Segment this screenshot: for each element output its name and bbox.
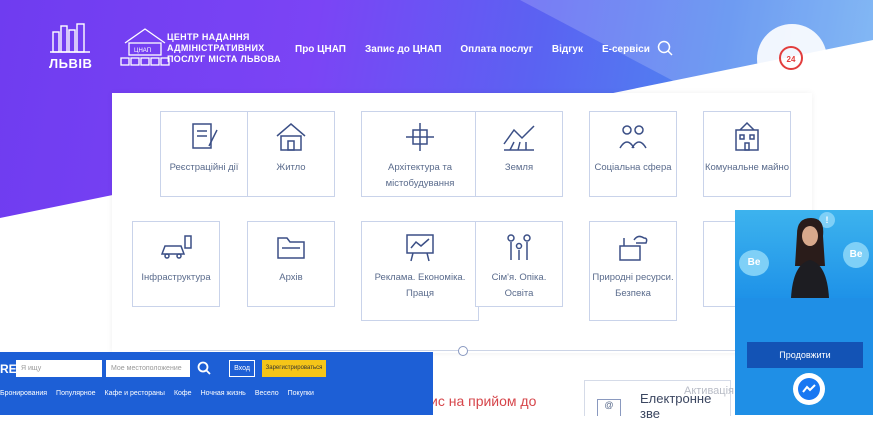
bar-category-fun[interactable]: Весело <box>255 390 279 397</box>
bar-what-input[interactable]: Я ищу <box>16 360 102 377</box>
bar-categories: Бронирования Популярное Кафе и рестораны… <box>0 390 323 397</box>
service-infrastructure[interactable]: Інфраструктура <box>132 221 220 307</box>
cnap-title[interactable]: ЦЕНТР НАДАННЯ АДМІНІСТРАТИВНИХ ПОСЛУГ МІ… <box>167 32 281 65</box>
hotline-button[interactable]: 24 <box>757 24 827 94</box>
bar-category-shopping[interactable]: Покупки <box>288 390 314 397</box>
service-label: Соціальна сфера <box>594 162 672 173</box>
service-label: Комунальне майно <box>704 162 790 173</box>
service-natural-resources[interactable]: Природні ресурси. Безпека <box>589 221 677 321</box>
service-label: Архітектура та містобудування <box>385 162 455 189</box>
nav-appointment[interactable]: Запис до ЦНАП <box>365 44 441 55</box>
family-icon <box>507 234 531 260</box>
bar-category-coffee[interactable]: Кофе <box>174 390 192 397</box>
service-archive[interactable]: Архів <box>247 221 335 307</box>
factory-cloud-icon <box>619 235 648 261</box>
service-label: Реклама. Економіка. Праця <box>374 272 466 299</box>
service-social[interactable]: Соціальна сфера <box>589 111 677 197</box>
email-at-icon: @ <box>597 399 621 416</box>
site-header: ЛЬВІВ ЦНАП ЦЕНТР НАДАННЯ АДМІНІСТРАТИВНИ… <box>45 20 845 94</box>
cnap-badge: ЦНАП <box>134 48 151 54</box>
bar-category-bookings[interactable]: Бронирования <box>0 390 47 397</box>
cnap-title-line-1: ЦЕНТР НАДАННЯ <box>167 32 250 42</box>
nav-feedback[interactable]: Відгук <box>552 44 583 55</box>
services-panel: Реєстраційні дії Житло Архітектура та мі… <box>112 93 812 353</box>
service-architecture[interactable]: Архітектура та містобудування <box>361 111 479 197</box>
service-label: Інфраструктура <box>141 272 211 283</box>
search-icon[interactable] <box>657 40 673 56</box>
bar-location-input[interactable]: Мое местоположение <box>106 360 190 377</box>
lviv-logo[interactable]: ЛЬВІВ <box>45 22 95 74</box>
billboard-icon <box>406 234 434 262</box>
bar-login-button[interactable]: Вход <box>229 360 255 377</box>
phone-24-icon: 24 <box>779 46 803 70</box>
appointment-heading: ис на прийом до <box>430 393 537 409</box>
service-label: Реєстраційні дії <box>169 162 239 173</box>
bar-category-restaurants[interactable]: Кафе и рестораны <box>105 390 165 397</box>
main-nav: Про ЦНАП Запис до ЦНАП Оплата послуг Від… <box>295 44 669 55</box>
building-icon <box>735 121 759 151</box>
people-icon <box>619 125 647 149</box>
folder-icon <box>277 237 305 259</box>
bar-search-icon[interactable] <box>197 361 211 375</box>
promo-video-photo[interactable]: Be Be ! <box>735 210 873 298</box>
bar-category-popular[interactable]: Популярное <box>56 390 95 397</box>
carousel-dot[interactable] <box>458 346 468 356</box>
document-pen-icon <box>192 123 218 149</box>
messenger-button[interactable] <box>793 373 825 405</box>
bar-register-button[interactable]: Зарегистрироваться <box>262 360 326 377</box>
cnap-title-line-3: ПОСЛУГ МІСТА ЛЬВОВА <box>167 54 281 64</box>
nav-eservices[interactable]: Е-сервіси <box>602 44 650 55</box>
nav-payment[interactable]: Оплата послуг <box>460 44 533 55</box>
overlay-search-bar: RE Я ищу Мое местоположение Вход Зарегис… <box>0 352 433 415</box>
service-label: Земля <box>504 162 534 173</box>
promo-continue-button[interactable]: Продовжити <box>747 342 863 368</box>
service-label: Природні ресурси. Безпека <box>592 272 674 299</box>
bar-category-nightlife[interactable]: Ночная жизнь <box>201 390 246 397</box>
service-label: Сім'я. Опіка. Освіта <box>491 272 547 299</box>
presenter-figure <box>791 218 829 298</box>
service-municipal[interactable]: Комунальне майно <box>703 111 791 197</box>
city-name: ЛЬВІВ <box>49 56 93 71</box>
nav-about[interactable]: Про ЦНАП <box>295 44 346 55</box>
field-icon <box>503 125 535 151</box>
speech-bubble-icon: Be <box>843 242 869 268</box>
car-charging-icon <box>160 235 192 259</box>
service-label: Житло <box>276 162 306 173</box>
service-housing[interactable]: Житло <box>247 111 335 197</box>
house-icon <box>276 123 306 151</box>
service-label: Архів <box>279 272 303 283</box>
service-advertising[interactable]: Реклама. Економіка. Праця <box>361 221 479 321</box>
service-registration[interactable]: Реєстраційні дії <box>160 111 248 197</box>
lviv-castle-icon <box>50 23 90 53</box>
service-family[interactable]: Сім'я. Опіка. Освіта <box>475 221 563 307</box>
architecture-icon <box>406 123 434 151</box>
service-land[interactable]: Земля <box>475 111 563 197</box>
cnap-title-line-2: АДМІНІСТРАТИВНИХ <box>167 43 265 53</box>
messenger-icon <box>798 378 820 400</box>
speech-bubble-icon: Be <box>739 250 769 276</box>
bar-brand: RE <box>0 362 17 376</box>
